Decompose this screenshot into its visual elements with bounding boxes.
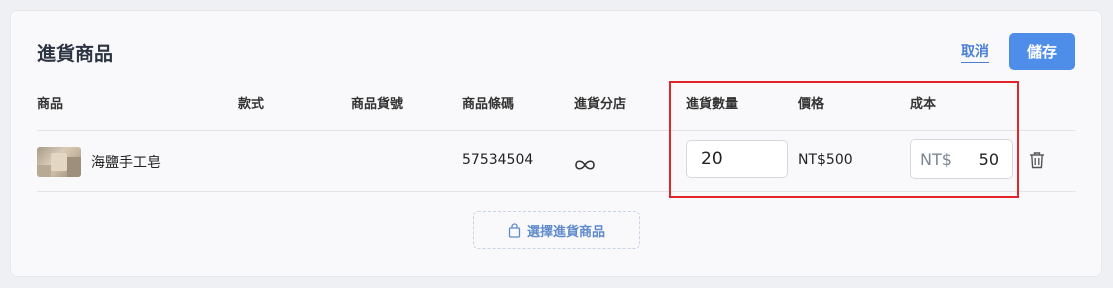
column-header-barcode: 商品條碼	[462, 97, 515, 112]
column-header-product: 商品	[37, 97, 64, 112]
cancel-button[interactable]: 取消	[961, 41, 989, 63]
shopping-bag-icon	[508, 222, 521, 238]
column-header-variant: 款式	[238, 97, 265, 112]
row-divider	[37, 191, 1076, 192]
column-header-sku: 商品貨號	[351, 97, 404, 112]
column-header-cost: 成本	[910, 97, 937, 112]
quantity-input[interactable]: 20	[686, 140, 788, 178]
header-divider	[37, 130, 1076, 131]
select-products-button[interactable]: 選擇進貨商品	[473, 211, 640, 249]
infinity-icon	[575, 160, 595, 170]
cost-value: 50	[978, 150, 999, 169]
column-header-quantity: 進貨數量	[686, 97, 739, 112]
cost-input[interactable]: NT$ 50	[910, 139, 1013, 179]
product-name: 海鹽手工皂	[91, 155, 161, 171]
trash-icon[interactable]	[1029, 151, 1045, 169]
column-header-branch: 進貨分店	[574, 97, 627, 112]
purchase-items-card: 進貨商品 取消 儲存 商品 款式 商品貨號 商品條碼 進貨分店 進貨數量 價格 …	[11, 11, 1101, 276]
select-products-label: 選擇進貨商品	[526, 224, 605, 240]
column-header-price: 價格	[798, 97, 825, 112]
product-thumbnail	[37, 147, 81, 177]
page-title: 進貨商品	[37, 43, 114, 65]
save-button[interactable]: 儲存	[1009, 33, 1075, 70]
cost-currency-prefix: NT$	[920, 150, 952, 169]
product-price: NT$500	[798, 152, 853, 168]
product-barcode: 57534504	[462, 152, 534, 168]
